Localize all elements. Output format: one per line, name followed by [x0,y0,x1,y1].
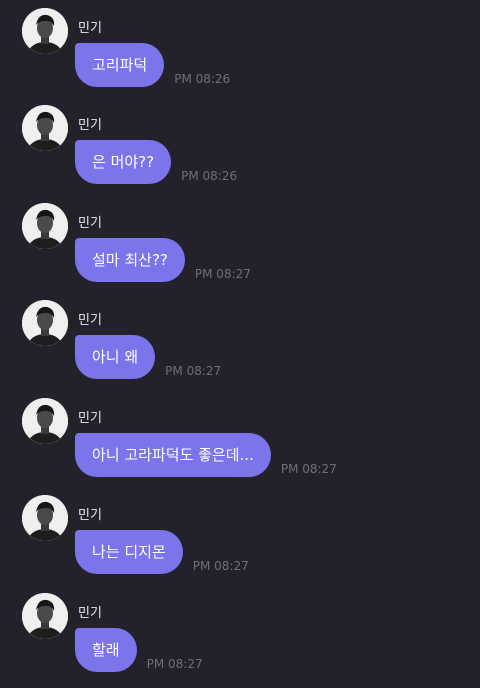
message-row: 은 머야?? PM 08:26 [75,140,237,184]
message-row: 설마 최산?? PM 08:27 [75,238,251,282]
avatar[interactable] [22,398,68,444]
message-bubble[interactable]: 나는 디지몬 [75,530,183,574]
avatar[interactable] [22,300,68,346]
avatar-photo-icon [22,203,68,249]
avatar-photo-icon [22,8,68,54]
avatar[interactable] [22,203,68,249]
message-row: 아니 고라파덕도 좋은데... PM 08:27 [75,433,337,477]
avatar-photo-icon [22,593,68,639]
message-item: 민기 아니 고라파덕도 좋은데... PM 08:27 [0,390,480,488]
sender-name: 민기 [78,118,102,133]
avatar-photo-icon [22,495,68,541]
avatar[interactable] [22,593,68,639]
message-item: 민기 고리파덕 PM 08:26 [0,0,480,98]
message-bubble[interactable]: 아니 왜 [75,335,156,379]
sender-name: 민기 [78,216,102,231]
message-bubble[interactable]: 고리파덕 [75,43,165,87]
message-item: 민기 아니 왜 PM 08:27 [0,292,480,390]
message-timestamp: PM 08:27 [192,559,249,573]
sender-name: 민기 [78,606,102,621]
message-timestamp: PM 08:27 [194,267,251,281]
avatar[interactable] [22,8,68,54]
sender-name: 민기 [78,21,102,36]
avatar-photo-icon [22,300,68,346]
message-item: 민기 할래 PM 08:27 [0,585,480,683]
message-timestamp: PM 08:27 [146,657,203,671]
chat-thread[interactable]: 민기 고리파덕 PM 08:26 민기 은 머야?? PM 08:26 민기 설… [0,0,480,688]
message-timestamp: PM 08:26 [174,72,231,86]
avatar-photo-icon [22,398,68,444]
message-timestamp: PM 08:26 [181,169,238,183]
avatar-photo-icon [22,105,68,151]
message-row: 할래 PM 08:27 [75,628,203,672]
message-item: 민기 나는 디지몬 PM 08:27 [0,487,480,585]
message-timestamp: PM 08:27 [280,462,337,476]
message-bubble[interactable]: 설마 최산?? [75,238,185,282]
message-row: 나는 디지몬 PM 08:27 [75,530,249,574]
sender-name: 민기 [78,411,102,426]
message-row: 고리파덕 PM 08:26 [75,43,230,87]
message-timestamp: PM 08:27 [165,364,222,378]
avatar[interactable] [22,495,68,541]
message-bubble[interactable]: 은 머야?? [75,140,172,184]
message-item: 민기 설마 최산?? PM 08:27 [0,195,480,293]
message-bubble[interactable]: 아니 고라파덕도 좋은데... [75,433,271,477]
message-item: 민기 은 머야?? PM 08:26 [0,97,480,195]
message-bubble[interactable]: 할래 [75,628,137,672]
avatar[interactable] [22,105,68,151]
message-row: 아니 왜 PM 08:27 [75,335,221,379]
sender-name: 민기 [78,313,102,328]
sender-name: 민기 [78,508,102,523]
